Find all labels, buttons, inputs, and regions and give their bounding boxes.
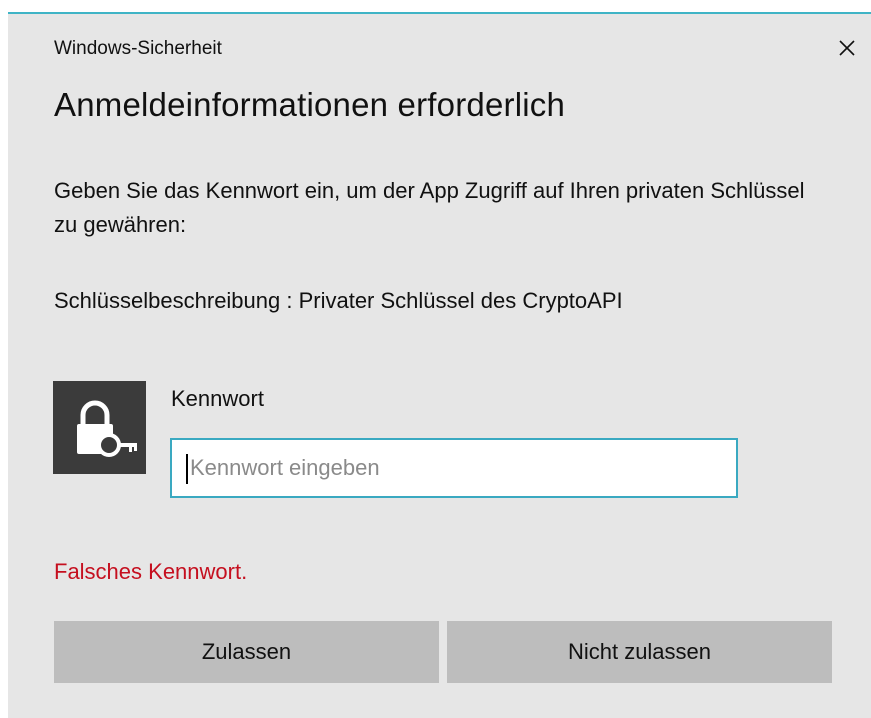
key-description: Schlüsselbeschreibung : Privater Schlüss… [54,288,623,313]
lock-key-icon [77,400,137,457]
password-input[interactable] [170,438,738,498]
credential-dialog: Windows-Sicherheit Anmeldeinformationen … [8,12,871,718]
password-label: Kennwort [171,386,264,411]
close-icon [839,40,855,56]
dialog-description: Geben Sie das Kennwort ein, um der App Z… [54,178,805,237]
dialog-heading: Anmeldeinformationen erforderlich [54,86,566,123]
deny-button[interactable]: Nicht zulassen [447,621,832,683]
allow-button[interactable]: Zulassen [54,621,439,683]
error-message: Falsches Kennwort. [54,559,248,584]
window-title: Windows-Sicherheit [54,38,222,59]
close-button[interactable] [829,30,865,66]
text-caret [186,454,188,484]
credential-tile [53,381,146,474]
